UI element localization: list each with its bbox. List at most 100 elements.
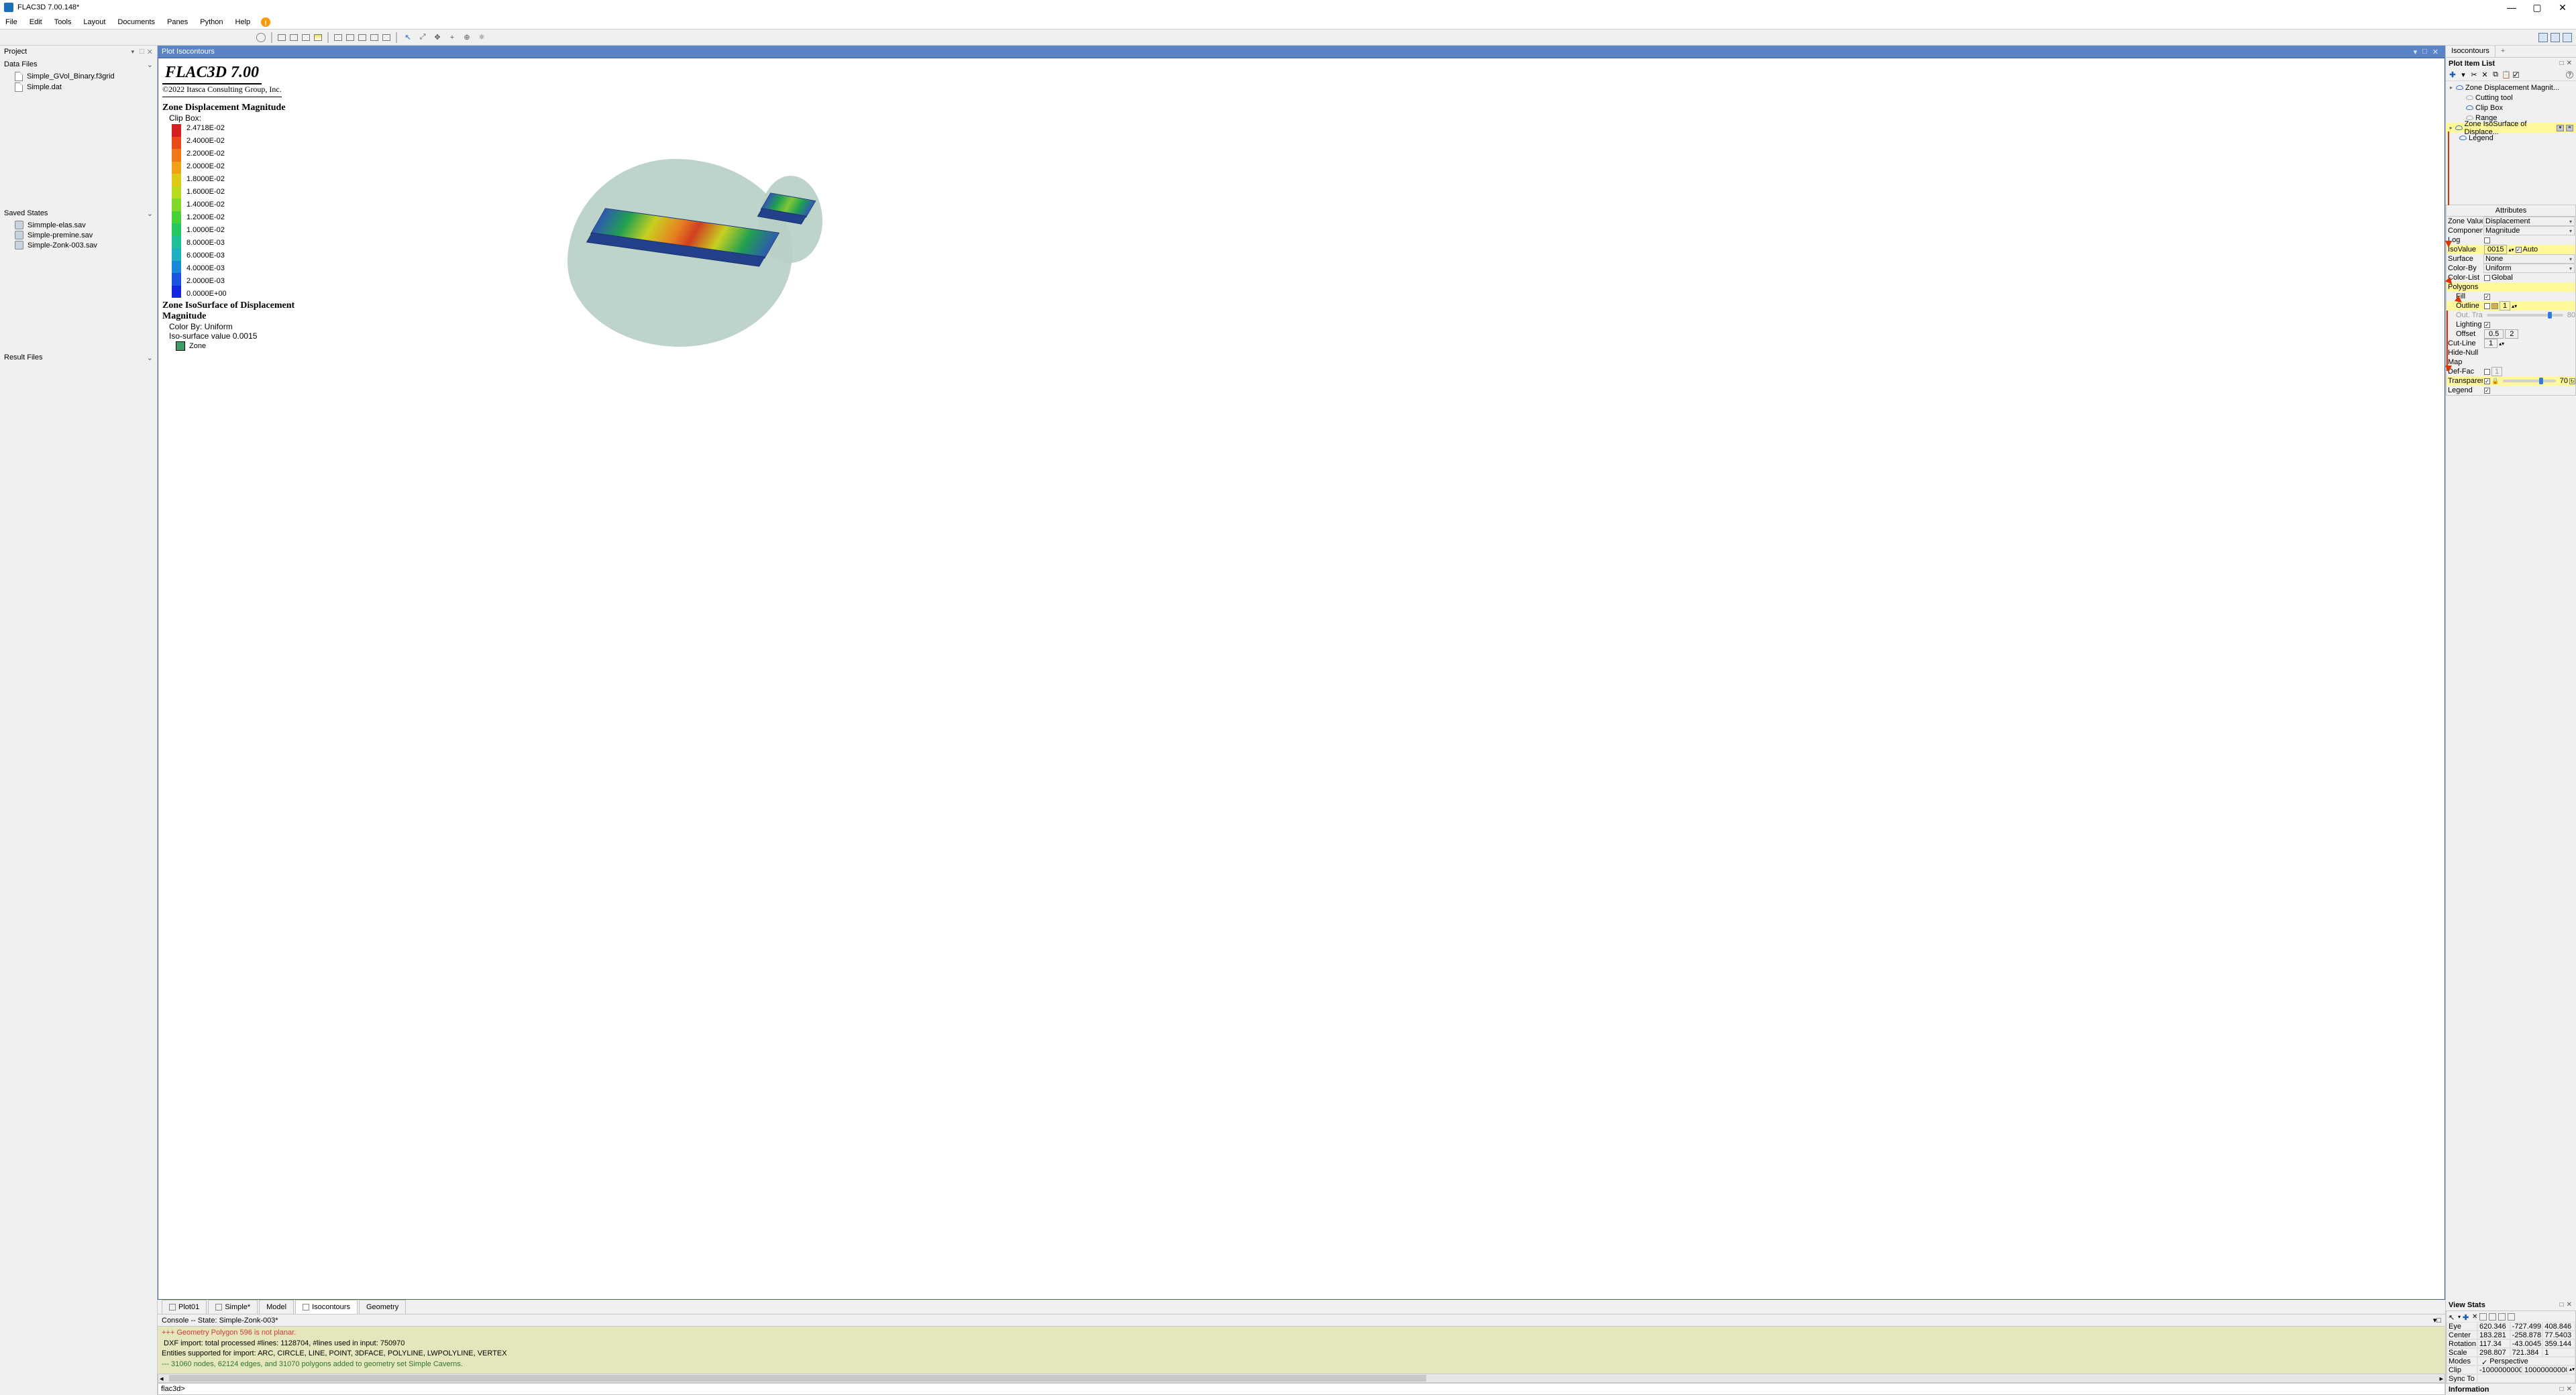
attr-colorby[interactable]: Uniform	[2483, 264, 2575, 273]
tab-plot01[interactable]: Plot01	[162, 1300, 207, 1314]
attr-surface[interactable]: None	[2483, 254, 2575, 264]
paste-icon[interactable]: 📋	[2502, 71, 2510, 79]
tray-1-icon[interactable]	[2538, 33, 2548, 42]
cut-icon[interactable]: ✂	[2470, 71, 2478, 79]
plot-pin-icon[interactable]: □	[2420, 48, 2430, 56]
vs-cell[interactable]: -43.0045	[2510, 1339, 2543, 1348]
win-5-icon[interactable]	[382, 34, 390, 41]
collapse-icon[interactable]: ▾	[131, 48, 138, 56]
close-panel-icon[interactable]: ✕	[144, 48, 153, 56]
eye-icon[interactable]	[2466, 95, 2473, 100]
vs-add-icon[interactable]: ✚	[2463, 1313, 2470, 1321]
layout-1-icon[interactable]	[278, 34, 286, 41]
tab-model[interactable]: Model	[259, 1300, 294, 1314]
pan-icon[interactable]: ✥	[432, 32, 443, 43]
vs-copy-icon[interactable]	[2479, 1313, 2487, 1321]
pin-icon[interactable]: □	[137, 48, 144, 56]
vs-cell[interactable]: 183.281	[2477, 1331, 2510, 1339]
menu-tools[interactable]: Tools	[53, 17, 73, 27]
close-icon[interactable]: ✕	[2565, 1386, 2573, 1393]
attr-component[interactable]: Magnitude	[2483, 226, 2575, 235]
model-3d-view[interactable]	[333, 58, 2445, 1299]
tree-clip-box[interactable]: Clip Box	[2446, 103, 2576, 113]
saved-state-item[interactable]: Simmple-elas.sav	[0, 220, 157, 230]
item-menu-icon[interactable]: ▾	[2557, 125, 2564, 131]
layout-3-icon[interactable]	[302, 34, 310, 41]
vs-cell[interactable]: -258.878	[2510, 1331, 2543, 1339]
win-2-icon[interactable]	[346, 34, 354, 41]
vs-cell[interactable]: 298.807	[2477, 1348, 2510, 1357]
attr-deffac-value[interactable]: 1	[2491, 367, 2502, 376]
vs-cell[interactable]: -727.499	[2510, 1322, 2543, 1331]
console-scrollbar[interactable]: ◂▸	[158, 1374, 2445, 1383]
alert-icon[interactable]: !	[261, 17, 270, 27]
attr-polygons-label[interactable]: Polygons	[2447, 283, 2575, 291]
delete-icon[interactable]: ✕	[2481, 71, 2489, 79]
plot-close-icon[interactable]: ✕	[2430, 48, 2441, 56]
add-item-icon[interactable]: ✚	[2449, 71, 2457, 79]
attr-log-checkbox[interactable]	[2484, 237, 2490, 243]
vs-clip-step[interactable]: ▴▾	[2567, 1365, 2575, 1374]
tree-iso-surface[interactable]: ▸Zone IsoSurface of Displace...▾≡	[2446, 123, 2576, 133]
console-input[interactable]: flac3d>	[158, 1383, 2445, 1395]
vs-clip-min[interactable]: -10000000000.0	[2477, 1365, 2522, 1374]
attr-outline-checkbox[interactable]	[2484, 303, 2490, 309]
attr-fill-checkbox[interactable]: ✓	[2484, 294, 2490, 300]
attr-colorlist-checkbox[interactable]	[2484, 275, 2490, 281]
measure-icon[interactable]: ⤢	[417, 32, 428, 43]
viewport[interactable]: FLAC3D 7.00 ©2022 Itasca Consulting Grou…	[158, 58, 2445, 1300]
vs-cell[interactable]: 620.346	[2477, 1322, 2510, 1331]
plot-menu-icon[interactable]: ▾	[2411, 48, 2420, 56]
vs-cell[interactable]: 721.384	[2510, 1348, 2543, 1357]
help-icon[interactable]: ?	[2566, 71, 2573, 78]
collapse-icon[interactable]: □	[2559, 60, 2565, 67]
collapse-icon[interactable]: □	[2559, 1301, 2565, 1308]
dropdown-icon[interactable]: ▾	[2459, 71, 2467, 79]
attr-offset-2[interactable]: 2	[2505, 329, 2518, 339]
globe-icon[interactable]	[256, 33, 266, 42]
eye-icon[interactable]	[2466, 105, 2473, 110]
vs-perspective-checkbox[interactable]: ✓	[2481, 1358, 2487, 1364]
add-tab-button[interactable]: +	[2496, 46, 2510, 57]
minimize-button[interactable]: —	[2505, 2, 2518, 13]
layout-2-icon[interactable]	[290, 34, 298, 41]
attr-lighting-checkbox[interactable]: ✓	[2484, 322, 2490, 328]
target-icon[interactable]: ⊕	[462, 32, 472, 43]
saved-states-header[interactable]: Saved States ⌄	[0, 207, 157, 220]
result-files-header[interactable]: Result Files ⌄	[0, 351, 157, 364]
attr-legend-checkbox[interactable]: ✓	[2484, 388, 2490, 394]
attr-outline-width[interactable]: 1	[2500, 301, 2510, 311]
eye-icon[interactable]	[2455, 125, 2462, 130]
vs-cell[interactable]: 1	[2542, 1348, 2575, 1357]
attr-zone-value[interactable]: Displacement	[2483, 217, 2575, 226]
attr-transp-reset[interactable]: ↻	[2569, 378, 2575, 384]
menu-documents[interactable]: Documents	[116, 17, 156, 27]
data-file-item[interactable]: Simple.dat	[0, 82, 157, 93]
win-4-icon[interactable]	[370, 34, 378, 41]
attr-outtrans-slider[interactable]	[2487, 314, 2563, 317]
vs-cell[interactable]: 408.846	[2542, 1322, 2575, 1331]
copy-icon[interactable]: ⧉	[2491, 71, 2500, 79]
maximize-button[interactable]: ▢	[2530, 2, 2544, 13]
win-3-icon[interactable]	[358, 34, 366, 41]
vs-cell[interactable]: 359.144	[2542, 1339, 2575, 1348]
check-icon[interactable]: ✓	[2513, 72, 2519, 78]
vs-paste-icon[interactable]	[2489, 1313, 2496, 1321]
tab-simple[interactable]: Simple*	[208, 1300, 258, 1314]
tree-zone-disp[interactable]: ▸Zone Displacement Magnit...	[2446, 82, 2576, 93]
vs-delete-icon[interactable]: ✕	[2472, 1313, 2477, 1321]
eye-icon[interactable]	[2456, 85, 2463, 90]
vs-cursor-icon[interactable]: ↖	[2449, 1313, 2456, 1321]
collapse-icon[interactable]: □	[2559, 1386, 2565, 1393]
eye-icon[interactable]	[2459, 135, 2467, 140]
close-icon[interactable]: ✕	[2565, 60, 2573, 67]
menu-panes[interactable]: Panes	[166, 17, 189, 27]
vs-sync-dropdown[interactable]	[2477, 1374, 2575, 1383]
menu-help[interactable]: Help	[234, 17, 252, 27]
tray-2-icon[interactable]	[2551, 33, 2560, 42]
tree-cutting-tool[interactable]: Cutting tool	[2446, 93, 2576, 103]
attr-offset-1[interactable]: 0.5	[2484, 329, 2504, 339]
tab-isocontours-right[interactable]: Isocontours	[2446, 46, 2496, 57]
close-icon[interactable]: ✕	[2565, 1301, 2573, 1308]
attr-cutline[interactable]: 1	[2484, 339, 2498, 348]
